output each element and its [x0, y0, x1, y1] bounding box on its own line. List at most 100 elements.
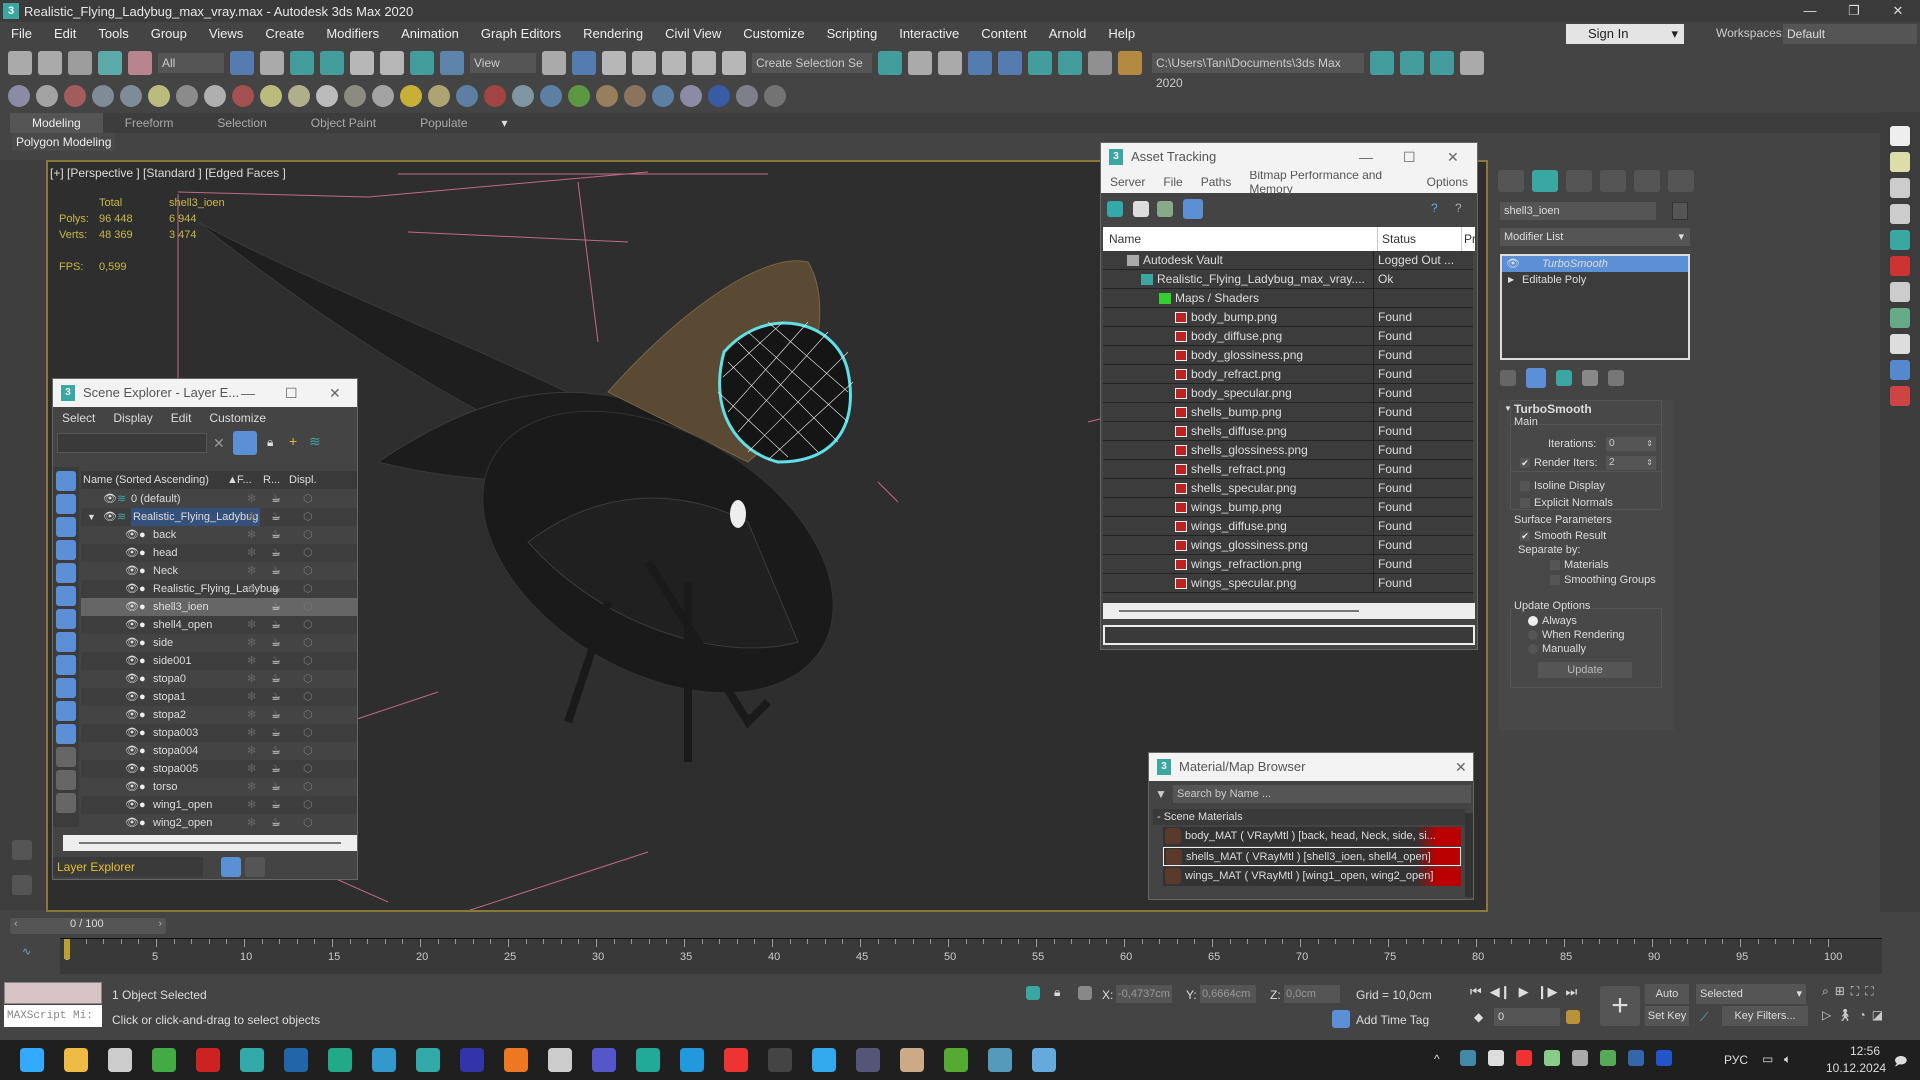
go-to-start-icon[interactable]: ⏮: [1470, 984, 1482, 1000]
cylinder-icon[interactable]: [288, 85, 310, 107]
select-object-icon[interactable]: [230, 51, 254, 75]
explorer-type-dropdown[interactable]: Layer Explorer: [53, 857, 203, 877]
close-button[interactable]: ✕: [1447, 143, 1459, 171]
freeze-icon[interactable]: ✻: [247, 616, 256, 634]
freeze-icon[interactable]: ✻: [247, 526, 256, 544]
box-view-icon[interactable]: [1890, 282, 1910, 302]
display-box-icon[interactable]: ⬡: [303, 598, 313, 616]
freeze-icon[interactable]: ✻: [247, 508, 256, 526]
visibility-eye-icon[interactable]: 👁︎: [125, 562, 139, 580]
menu-customize[interactable]: Customize: [732, 26, 815, 41]
redo-icon[interactable]: [38, 51, 62, 75]
motion-tab-icon[interactable]: [1600, 170, 1626, 192]
trash-icon[interactable]: [1582, 370, 1598, 386]
molecule-icon[interactable]: [484, 85, 506, 107]
layer-tree-row[interactable]: ▼ 👁︎ ≋ Realistic_Flying_Ladybug ✻ ☕︎ ⬡: [81, 508, 357, 526]
expand-icon[interactable]: [12, 875, 32, 895]
yandex-taskbar-icon[interactable]: [724, 1048, 748, 1072]
3dsmax-taskbar-icon[interactable]: [416, 1048, 440, 1072]
material-ball-icon[interactable]: [1890, 178, 1910, 198]
display-box-icon[interactable]: ⬡: [303, 616, 313, 634]
material-item[interactable]: body_MAT ( VRayMtl ) [back, head, Neck, …: [1163, 827, 1461, 846]
rect-selection-icon[interactable]: [290, 51, 314, 75]
gimp-taskbar-icon[interactable]: [504, 1048, 528, 1072]
key-filters-button[interactable]: Key Filters...: [1722, 1006, 1808, 1026]
weather-taskbar-icon[interactable]: [1032, 1048, 1056, 1072]
ribbon-tab-selection[interactable]: Selection: [195, 116, 288, 130]
maya-taskbar-icon[interactable]: [328, 1048, 352, 1072]
after-effects-taskbar-icon[interactable]: [460, 1048, 484, 1072]
network-tray-icon[interactable]: [1544, 1050, 1560, 1066]
expand-triangle-icon[interactable]: ▼: [87, 508, 96, 526]
asset-row[interactable]: shells_glossiness.png Found: [1103, 441, 1473, 460]
layer-tree-row[interactable]: 👁︎ ● stopa0 ✻ ☕︎ ⬡: [81, 670, 357, 688]
visibility-eye-icon[interactable]: 👁︎: [125, 652, 139, 670]
asset-menu-file[interactable]: File: [1154, 175, 1191, 189]
minimize-button[interactable]: —: [1359, 143, 1373, 171]
when-rendering-radio[interactable]: When Rendering: [1528, 629, 1625, 641]
calculator-taskbar-icon[interactable]: [856, 1048, 880, 1072]
render-icon[interactable]: [1400, 51, 1424, 75]
ribbon-polygon-modeling[interactable]: Polygon Modeling: [12, 133, 116, 151]
ribbon-tab-object-paint[interactable]: Object Paint: [289, 116, 398, 130]
asset-row[interactable]: shells_specular.png Found: [1103, 479, 1473, 498]
menu-views[interactable]: Views: [198, 26, 254, 41]
modify-tab-icon[interactable]: [1532, 170, 1558, 192]
scene-explorer-menu-display[interactable]: Display: [104, 411, 161, 425]
render-checker-icon[interactable]: [1890, 126, 1910, 146]
renderable-teapot-icon[interactable]: ☕︎: [271, 670, 281, 688]
freeze-icon[interactable]: ✻: [247, 742, 256, 760]
layer-view-icon[interactable]: [221, 857, 241, 877]
list-view-icon[interactable]: [1133, 201, 1149, 217]
grass-icon[interactable]: [568, 85, 590, 107]
time-configuration-icon[interactable]: [1566, 1010, 1580, 1024]
lock-selection-icon[interactable]: 🔒︎: [1054, 985, 1060, 1000]
next-frame-icon[interactable]: ›: [158, 918, 162, 930]
freeze-icon[interactable]: ✻: [247, 796, 256, 814]
asset-row[interactable]: shells_bump.png Found: [1103, 403, 1473, 422]
asset-path-field[interactable]: [1103, 625, 1475, 645]
help-icon[interactable]: [764, 85, 786, 107]
close-button[interactable]: ✕: [1876, 0, 1920, 22]
display-box-icon[interactable]: ⬡: [303, 670, 313, 688]
smoothing-groups-checkbox[interactable]: Smoothing Groups: [1550, 574, 1656, 586]
telegram-taskbar-icon[interactable]: [812, 1048, 836, 1072]
configure-sets-icon[interactable]: [1608, 370, 1624, 386]
visibility-eye-icon[interactable]: 👁︎: [125, 616, 139, 634]
menu-civil-view[interactable]: Civil View: [654, 26, 732, 41]
display-box-icon[interactable]: ⬡: [303, 706, 313, 724]
current-frame-spinner[interactable]: 0: [1494, 1008, 1560, 1026]
asset-menu-paths[interactable]: Paths: [1192, 175, 1241, 189]
filter-all-icon[interactable]: [56, 747, 76, 767]
materials-checkbox[interactable]: Materials: [1550, 559, 1609, 571]
monitor-taskbar-icon[interactable]: [988, 1048, 1012, 1072]
display-tab-icon[interactable]: [1634, 170, 1660, 192]
recorder-tray-icon[interactable]: [1516, 1050, 1532, 1066]
3dsmax-a-taskbar-icon[interactable]: [240, 1048, 264, 1072]
monitor-icon[interactable]: ▭: [1762, 1052, 1773, 1066]
stack-item-editable-poly[interactable]: ▶ Editable Poly: [1502, 272, 1688, 288]
widgets-taskbar-icon[interactable]: [108, 1048, 132, 1072]
material-search-input[interactable]: Search by Name ...: [1173, 785, 1471, 803]
pivot-icon[interactable]: [542, 51, 566, 75]
filter-groups-icon[interactable]: [56, 609, 76, 629]
horizontal-scrollbar[interactable]: [1103, 603, 1475, 619]
menu-arnold[interactable]: Arnold: [1038, 26, 1098, 41]
visibility-eye-icon[interactable]: 👁︎: [125, 706, 139, 724]
explorer-taskbar-icon[interactable]: [64, 1048, 88, 1072]
geosphere-icon[interactable]: [428, 85, 450, 107]
show-end-result-icon[interactable]: [1526, 368, 1546, 388]
menu-tools[interactable]: Tools: [87, 26, 139, 41]
add-time-tag-button[interactable]: Add Time Tag: [1356, 1013, 1429, 1027]
a360-icon[interactable]: [1460, 51, 1484, 75]
close-button[interactable]: ✕: [329, 379, 341, 407]
aida64-taskbar-icon[interactable]: [196, 1048, 220, 1072]
zoom-extents-all-icon[interactable]: ⛶: [1865, 984, 1873, 999]
asset-menu-bitmap-performance-and-memory[interactable]: Bitmap Performance and Memory: [1240, 168, 1417, 196]
layer-manager-icon[interactable]: [1890, 204, 1910, 224]
menu-modifiers[interactable]: Modifiers: [315, 26, 390, 41]
timeline-track[interactable]: 0510152025303540455055606570758085909510…: [60, 938, 1882, 974]
maxscript-listener[interactable]: [4, 982, 102, 1004]
terminal-taskbar-icon[interactable]: [768, 1048, 792, 1072]
asset-row[interactable]: shells_refract.png Found: [1103, 460, 1473, 479]
